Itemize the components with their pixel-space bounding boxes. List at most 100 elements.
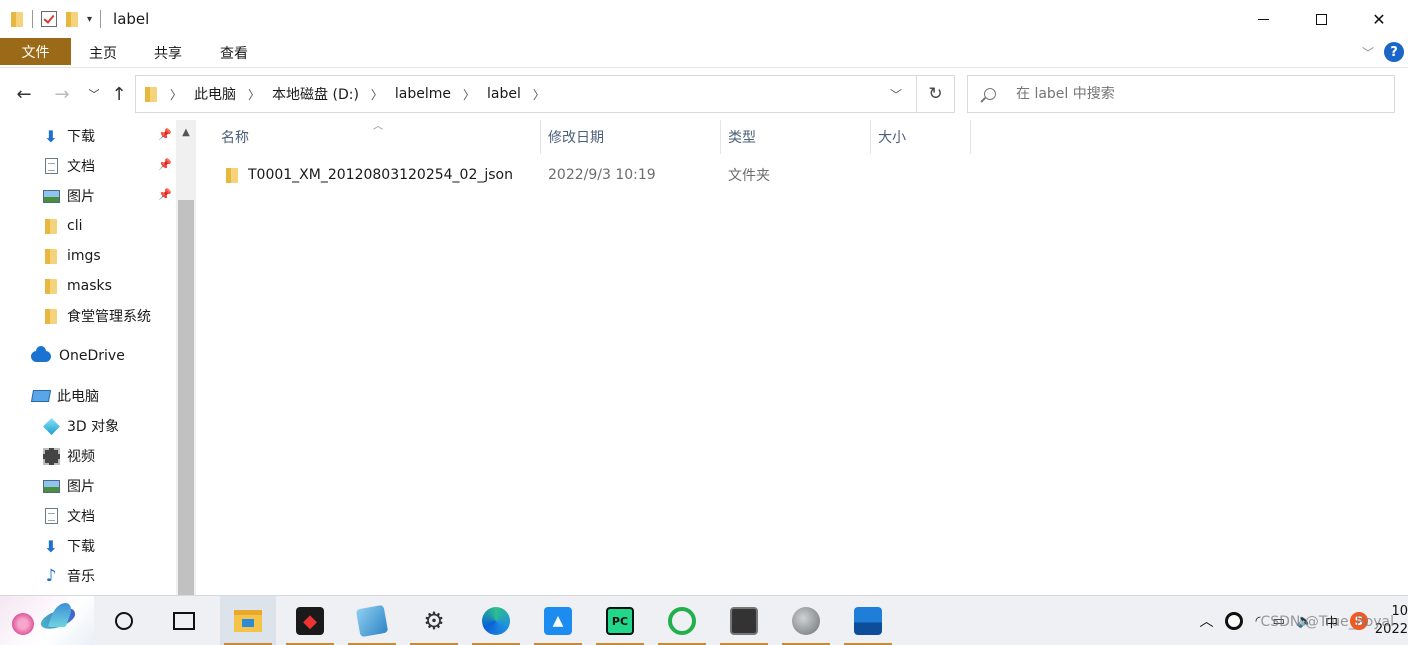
taskbar-notepad[interactable] (344, 596, 400, 645)
chevron-right-icon[interactable]: 〉 (248, 86, 260, 103)
sidebar-item-label: OneDrive (59, 348, 125, 364)
column-header-type[interactable]: 类型 (720, 120, 870, 154)
taskbar-ring-app[interactable] (654, 596, 710, 645)
window-title: label (113, 10, 150, 28)
quick-access-toolbar: ▾ label (0, 0, 149, 38)
scrollbar-thumb[interactable] (178, 200, 194, 595)
sidebar-item-this-pc[interactable]: 此电脑 (30, 381, 99, 411)
sidebar-item-downloads[interactable]: ⬇ 下载 (42, 531, 95, 561)
taskbar-terminal[interactable] (716, 596, 772, 645)
sidebar-item-downloads-pinned[interactable]: ⬇ 下载 (42, 121, 95, 151)
qq-icon[interactable] (1225, 612, 1244, 630)
chevron-right-icon[interactable]: 〉 (463, 86, 475, 103)
blue-app-icon: ▲ (544, 607, 572, 635)
document-icon (42, 507, 60, 525)
column-header-name[interactable]: 名称 (213, 120, 540, 154)
folder-icon (42, 307, 60, 325)
download-icon: ⬇ (44, 126, 58, 146)
back-button[interactable]: ← (14, 82, 34, 106)
sidebar-item-label: 食堂管理系统 (67, 309, 151, 325)
taskbar-photos[interactable] (840, 596, 896, 645)
download-icon: ⬇ (44, 536, 58, 556)
taskbar: ◆ ⚙ ▲ PC ︿ ◜ ▭ 🔈 中 S 10 2022 CSDN @True_… (0, 595, 1408, 645)
minimize-button[interactable] (1234, 0, 1292, 38)
sidebar-item-canteen-system[interactable]: 食堂管理系统 (42, 301, 151, 331)
taskbar-pycharm[interactable]: PC (592, 596, 648, 645)
scroll-up-arrow-icon[interactable]: ▲ (176, 120, 196, 144)
chevron-right-icon[interactable]: 〉 (371, 86, 383, 103)
table-row[interactable]: T0001_XM_20120803120254_02_json 2022/9/3… (197, 160, 977, 190)
folder-icon (225, 167, 239, 183)
sidebar-item-documents-pinned[interactable]: 文档 (42, 151, 95, 181)
taskbar-blue-app[interactable]: ▲ (530, 596, 586, 645)
maximize-button[interactable] (1292, 0, 1350, 38)
sidebar-item-documents[interactable]: 文档 (42, 501, 95, 531)
refresh-button[interactable]: ↻ (917, 75, 955, 113)
task-view-icon (173, 612, 195, 630)
breadcrumb-label[interactable]: label (487, 86, 521, 102)
pin-icon[interactable]: 📌 (158, 188, 172, 201)
explorer-window: ▾ label ✕ 文件 主页 共享 查看 ﹀ ? ← → ﹀ ↑ 〉 此电脑 … (0, 0, 1408, 645)
sidebar-item-pictures[interactable]: 图片 (42, 471, 95, 501)
maximize-icon (1315, 13, 1327, 25)
sidebar-item-label: cli (67, 218, 83, 234)
recent-locations-button[interactable]: ﹀ (84, 82, 104, 106)
sidebar-item-onedrive[interactable]: OneDrive (30, 341, 125, 371)
taskbar-file-explorer[interactable] (220, 596, 276, 645)
sidebar-item-masks[interactable]: masks (42, 271, 112, 301)
tab-file[interactable]: 文件 (0, 38, 71, 65)
taskbar-cortana[interactable] (96, 596, 152, 645)
tab-view[interactable]: 查看 (201, 39, 267, 67)
tab-home[interactable]: 主页 (71, 39, 135, 67)
taskbar-red-app[interactable]: ◆ (282, 596, 338, 645)
taskbar-avatar-app[interactable] (778, 596, 834, 645)
address-history-chevron-icon[interactable]: ﹀ (890, 86, 902, 103)
sidebar-item-label: imgs (67, 248, 101, 264)
cortana-icon (115, 612, 133, 630)
pin-icon[interactable]: 📌 (158, 158, 172, 171)
csdn-watermark: CSDN @True_Royal (1260, 614, 1394, 630)
taskbar-task-view[interactable] (156, 596, 212, 645)
start-button[interactable] (0, 596, 94, 645)
taskbar-edge[interactable] (468, 596, 524, 645)
breadcrumb-this-pc[interactable]: 此电脑 (194, 84, 236, 104)
arrow-right-icon: → (54, 83, 70, 105)
column-header-size[interactable]: 大小 (870, 120, 970, 154)
pin-icon[interactable]: 📌 (158, 128, 172, 141)
help-icon[interactable]: ? (1384, 42, 1404, 62)
chevron-right-icon[interactable]: 〉 (533, 86, 545, 103)
sidebar-item-videos[interactable]: 视频 (42, 441, 95, 471)
breadcrumb-drive-d[interactable]: 本地磁盘 (D:) (272, 84, 359, 104)
ring-app-icon (668, 607, 696, 635)
chevron-right-icon[interactable]: 〉 (170, 86, 182, 103)
forward-button[interactable]: → (52, 82, 72, 106)
sidebar-item-pictures-pinned[interactable]: 图片 (42, 181, 95, 211)
address-bar[interactable]: 〉 此电脑 〉 本地磁盘 (D:) 〉 labelme 〉 label 〉 ﹀ (135, 75, 917, 113)
search-icon (984, 88, 996, 100)
expand-ribbon-chevron-icon[interactable]: ﹀ (1362, 44, 1374, 61)
column-header-modified[interactable]: 修改日期 (540, 120, 720, 154)
sidebar-scrollbar[interactable]: ▲ (176, 120, 196, 595)
sidebar-item-imgs[interactable]: imgs (42, 241, 101, 271)
customize-toolbar-chevron-icon[interactable]: ▾ (87, 14, 92, 25)
taskbar-settings[interactable]: ⚙ (406, 596, 462, 645)
new-folder-icon[interactable] (65, 11, 79, 27)
sidebar-item-label: 音乐 (67, 569, 95, 585)
file-explorer-icon (234, 610, 262, 632)
sidebar-item-cli[interactable]: cli (42, 211, 82, 241)
up-button[interactable]: ↑ (109, 82, 129, 106)
sidebar-item-3d-objects[interactable]: 3D 对象 (42, 411, 119, 441)
ribbon-tabs: 文件 主页 共享 查看 ﹀ ? (0, 38, 1408, 68)
breadcrumb-labelme[interactable]: labelme (395, 86, 451, 102)
folder-icon (42, 247, 60, 265)
search-input[interactable] (1016, 86, 1376, 102)
search-box[interactable] (967, 75, 1395, 113)
show-hidden-icons-chevron-icon[interactable]: ︿ (1199, 611, 1213, 631)
sidebar-item-label: 视频 (67, 449, 95, 465)
toolbar-separator (100, 10, 102, 28)
sidebar-item-music[interactable]: ♪ 音乐 (42, 561, 95, 591)
column-divider[interactable] (970, 120, 971, 154)
close-button[interactable]: ✕ (1350, 0, 1408, 38)
properties-icon[interactable] (41, 11, 57, 27)
tab-share[interactable]: 共享 (135, 39, 201, 67)
